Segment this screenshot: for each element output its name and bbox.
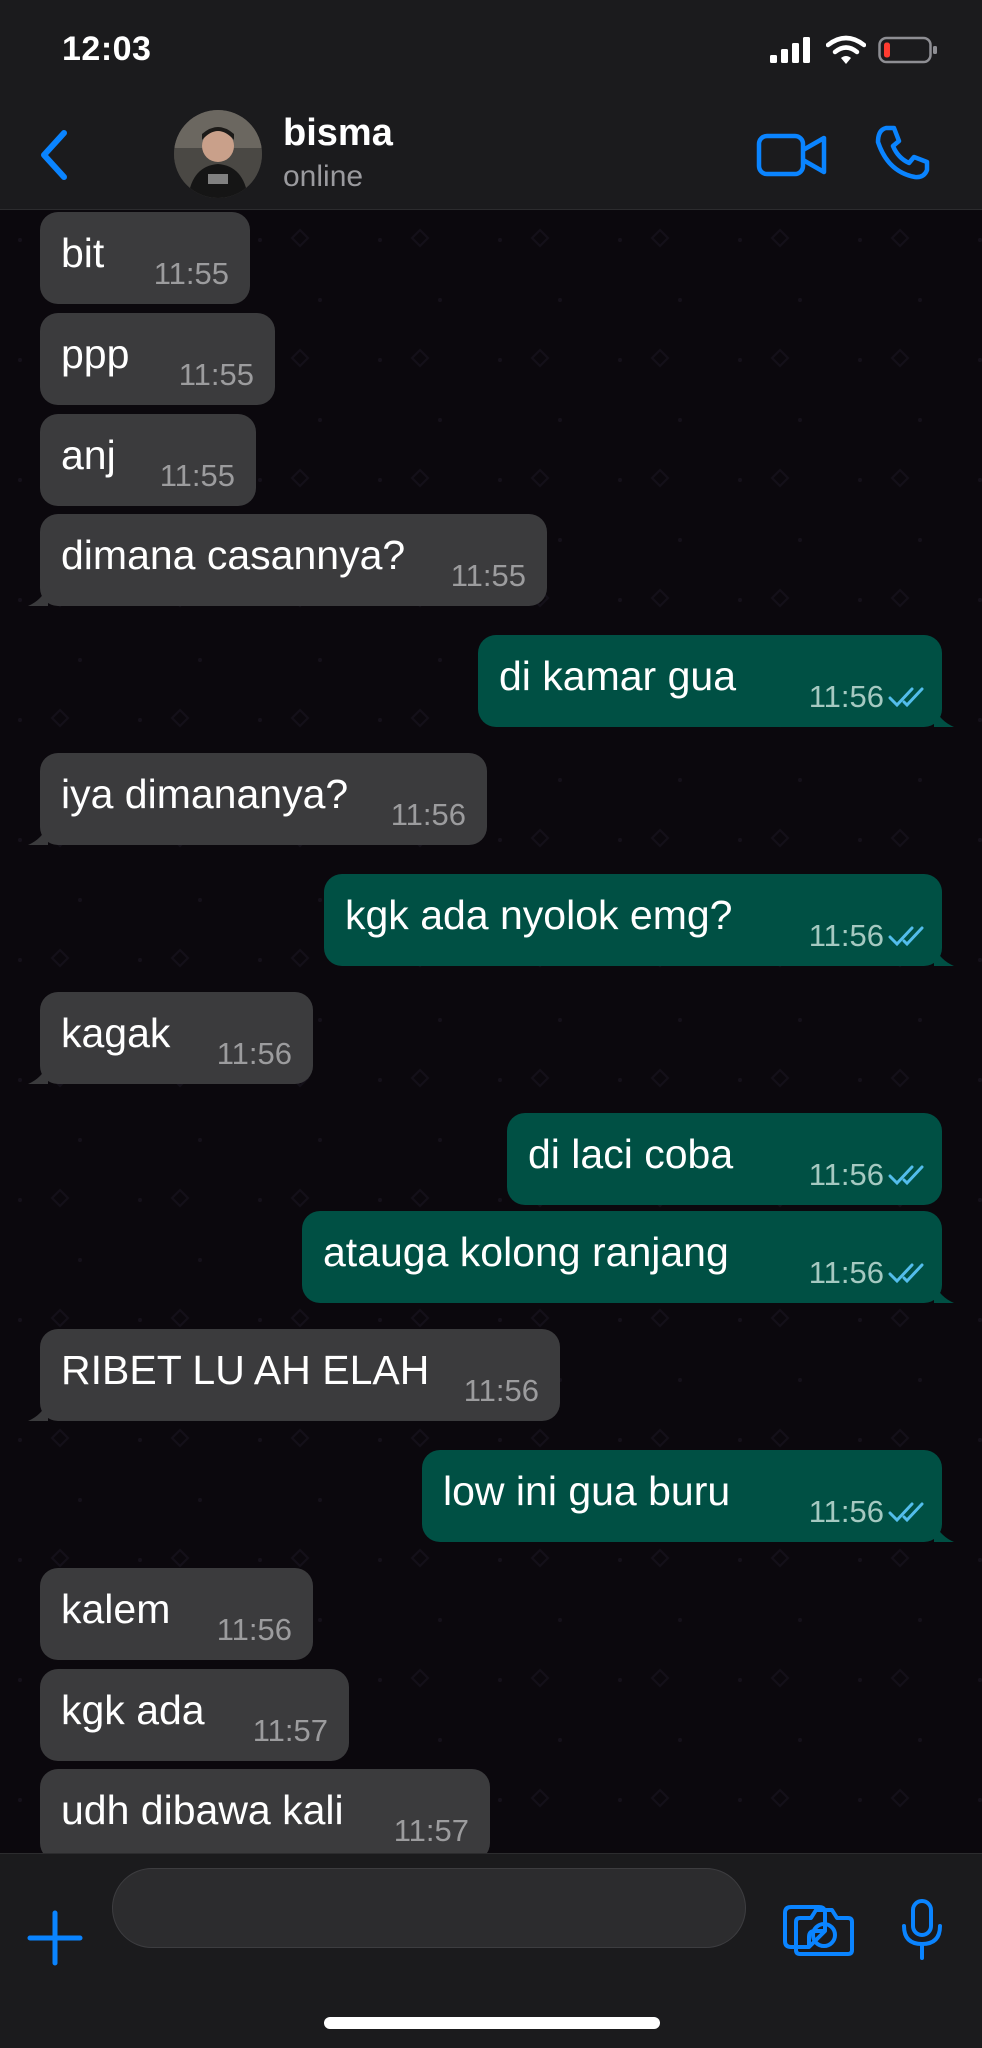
message-input[interactable]: [112, 1868, 827, 1949]
message-bubble-outgoing[interactable]: low ini gua buru 11:56: [422, 1450, 954, 1542]
message-bubble-outgoing[interactable]: atauga kolong ranjang 11:56: [302, 1211, 954, 1303]
message-bubble-incoming[interactable]: kgk ada 11:57: [40, 1669, 349, 1761]
message-time: 11:57: [252, 1713, 328, 1748]
message-text: udh dibawa kali: [61, 1787, 344, 1833]
bubble-tail: [28, 1064, 48, 1084]
plus-icon[interactable]: [26, 1909, 84, 1967]
contact-status: online: [283, 160, 364, 193]
contact-name[interactable]: bisma: [283, 112, 393, 155]
message-bubble-incoming[interactable]: anj 11:55: [40, 414, 256, 506]
bubble-tail: [934, 1283, 954, 1303]
message-time: 11:56: [808, 679, 884, 714]
message-time-read: 11:56: [809, 1494, 930, 1530]
message-time: 11:56: [808, 918, 884, 953]
message-time: 11:55: [153, 256, 229, 291]
compose-bar: [0, 1853, 982, 2048]
message-text: iya dimananya?: [61, 771, 349, 817]
message-bubble-incoming[interactable]: kalem 11:56: [40, 1568, 313, 1660]
bubble-tail: [934, 707, 954, 727]
message-bubble-outgoing[interactable]: di kamar gua 11:56: [478, 635, 954, 727]
bubble-tail: [28, 1401, 48, 1421]
message-time: 11:55: [178, 357, 254, 392]
message-time: 11:56: [808, 1157, 884, 1192]
back-chevron-icon[interactable]: [30, 125, 80, 185]
message-time: 11:55: [450, 558, 526, 593]
message-bubble-incoming[interactable]: RIBET LU AH ELAH 11:56: [28, 1329, 560, 1421]
message-bubble-incoming[interactable]: udh dibawa kali 11:57: [40, 1769, 490, 1853]
home-indicator: [324, 2017, 660, 2029]
message-bubble-incoming[interactable]: ppp 11:55: [40, 313, 275, 405]
message-time: 11:56: [808, 1255, 884, 1290]
message-text: ppp: [61, 331, 130, 377]
message-time: 11:56: [463, 1373, 539, 1408]
double-check-read-icon: [888, 926, 924, 947]
signal-icon: [770, 37, 810, 63]
double-check-read-icon: [888, 687, 924, 708]
message-text: atauga kolong ranjang: [323, 1229, 729, 1275]
contact-avatar[interactable]: [174, 110, 262, 198]
message-text: kgk ada: [61, 1687, 205, 1733]
message-bubble-incoming[interactable]: bit 11:55: [40, 212, 250, 304]
status-time: 12:03: [62, 30, 152, 68]
message-bubble-outgoing[interactable]: di laci coba 11:56: [507, 1113, 942, 1205]
message-time: 11:56: [216, 1036, 292, 1071]
message-time: 11:56: [390, 797, 466, 832]
bubble-tail: [28, 586, 48, 606]
message-bubble-outgoing[interactable]: kgk ada nyolok emg? 11:56: [324, 874, 954, 966]
bubble-tail: [934, 946, 954, 966]
bubble-tail: [934, 1522, 954, 1542]
video-call-icon[interactable]: [756, 128, 828, 182]
wifi-icon: [826, 35, 866, 64]
double-check-read-icon: [888, 1502, 924, 1523]
message-time-read: 11:56: [809, 918, 930, 954]
message-text: RIBET LU AH ELAH: [61, 1347, 430, 1393]
double-check-read-icon: [888, 1165, 924, 1186]
message-time: 11:55: [159, 458, 235, 493]
message-text: kalem: [61, 1586, 171, 1632]
camera-icon[interactable]: [794, 1906, 854, 1956]
status-icons: [770, 30, 938, 70]
message-time-read: 11:56: [809, 1157, 930, 1193]
message-time-read: 11:56: [809, 1255, 930, 1291]
microphone-icon[interactable]: [898, 1898, 946, 1962]
message-bubble-incoming[interactable]: dimana casannya? 11:55: [28, 514, 547, 606]
message-text: di kamar gua: [499, 653, 737, 699]
message-bubble-incoming[interactable]: iya dimananya? 11:56: [28, 753, 487, 845]
double-check-read-icon: [888, 1263, 924, 1284]
status-bar: 12:03: [0, 0, 982, 100]
message-bubble-incoming[interactable]: kagak 11:56: [28, 992, 313, 1084]
message-time-read: 11:56: [809, 679, 930, 715]
message-text: kagak: [61, 1010, 171, 1056]
message-text: low ini gua buru: [443, 1468, 731, 1514]
battery-icon: [878, 36, 937, 64]
message-text: kgk ada nyolok emg?: [345, 892, 733, 938]
message-time: 11:56: [808, 1494, 884, 1529]
phone-call-icon[interactable]: [872, 122, 932, 182]
message-text: di laci coba: [528, 1131, 734, 1177]
message-time: 11:56: [216, 1612, 292, 1647]
message-text: dimana casannya?: [61, 532, 406, 578]
message-list[interactable]: bit 11:55 ppp 11:55 anj 11:55 dimana cas…: [0, 210, 982, 1853]
message-text: anj: [61, 432, 116, 478]
chat-header: bisma online: [0, 100, 982, 210]
message-time: 11:57: [393, 1813, 469, 1848]
message-text: bit: [61, 230, 105, 276]
bubble-tail: [28, 825, 48, 845]
